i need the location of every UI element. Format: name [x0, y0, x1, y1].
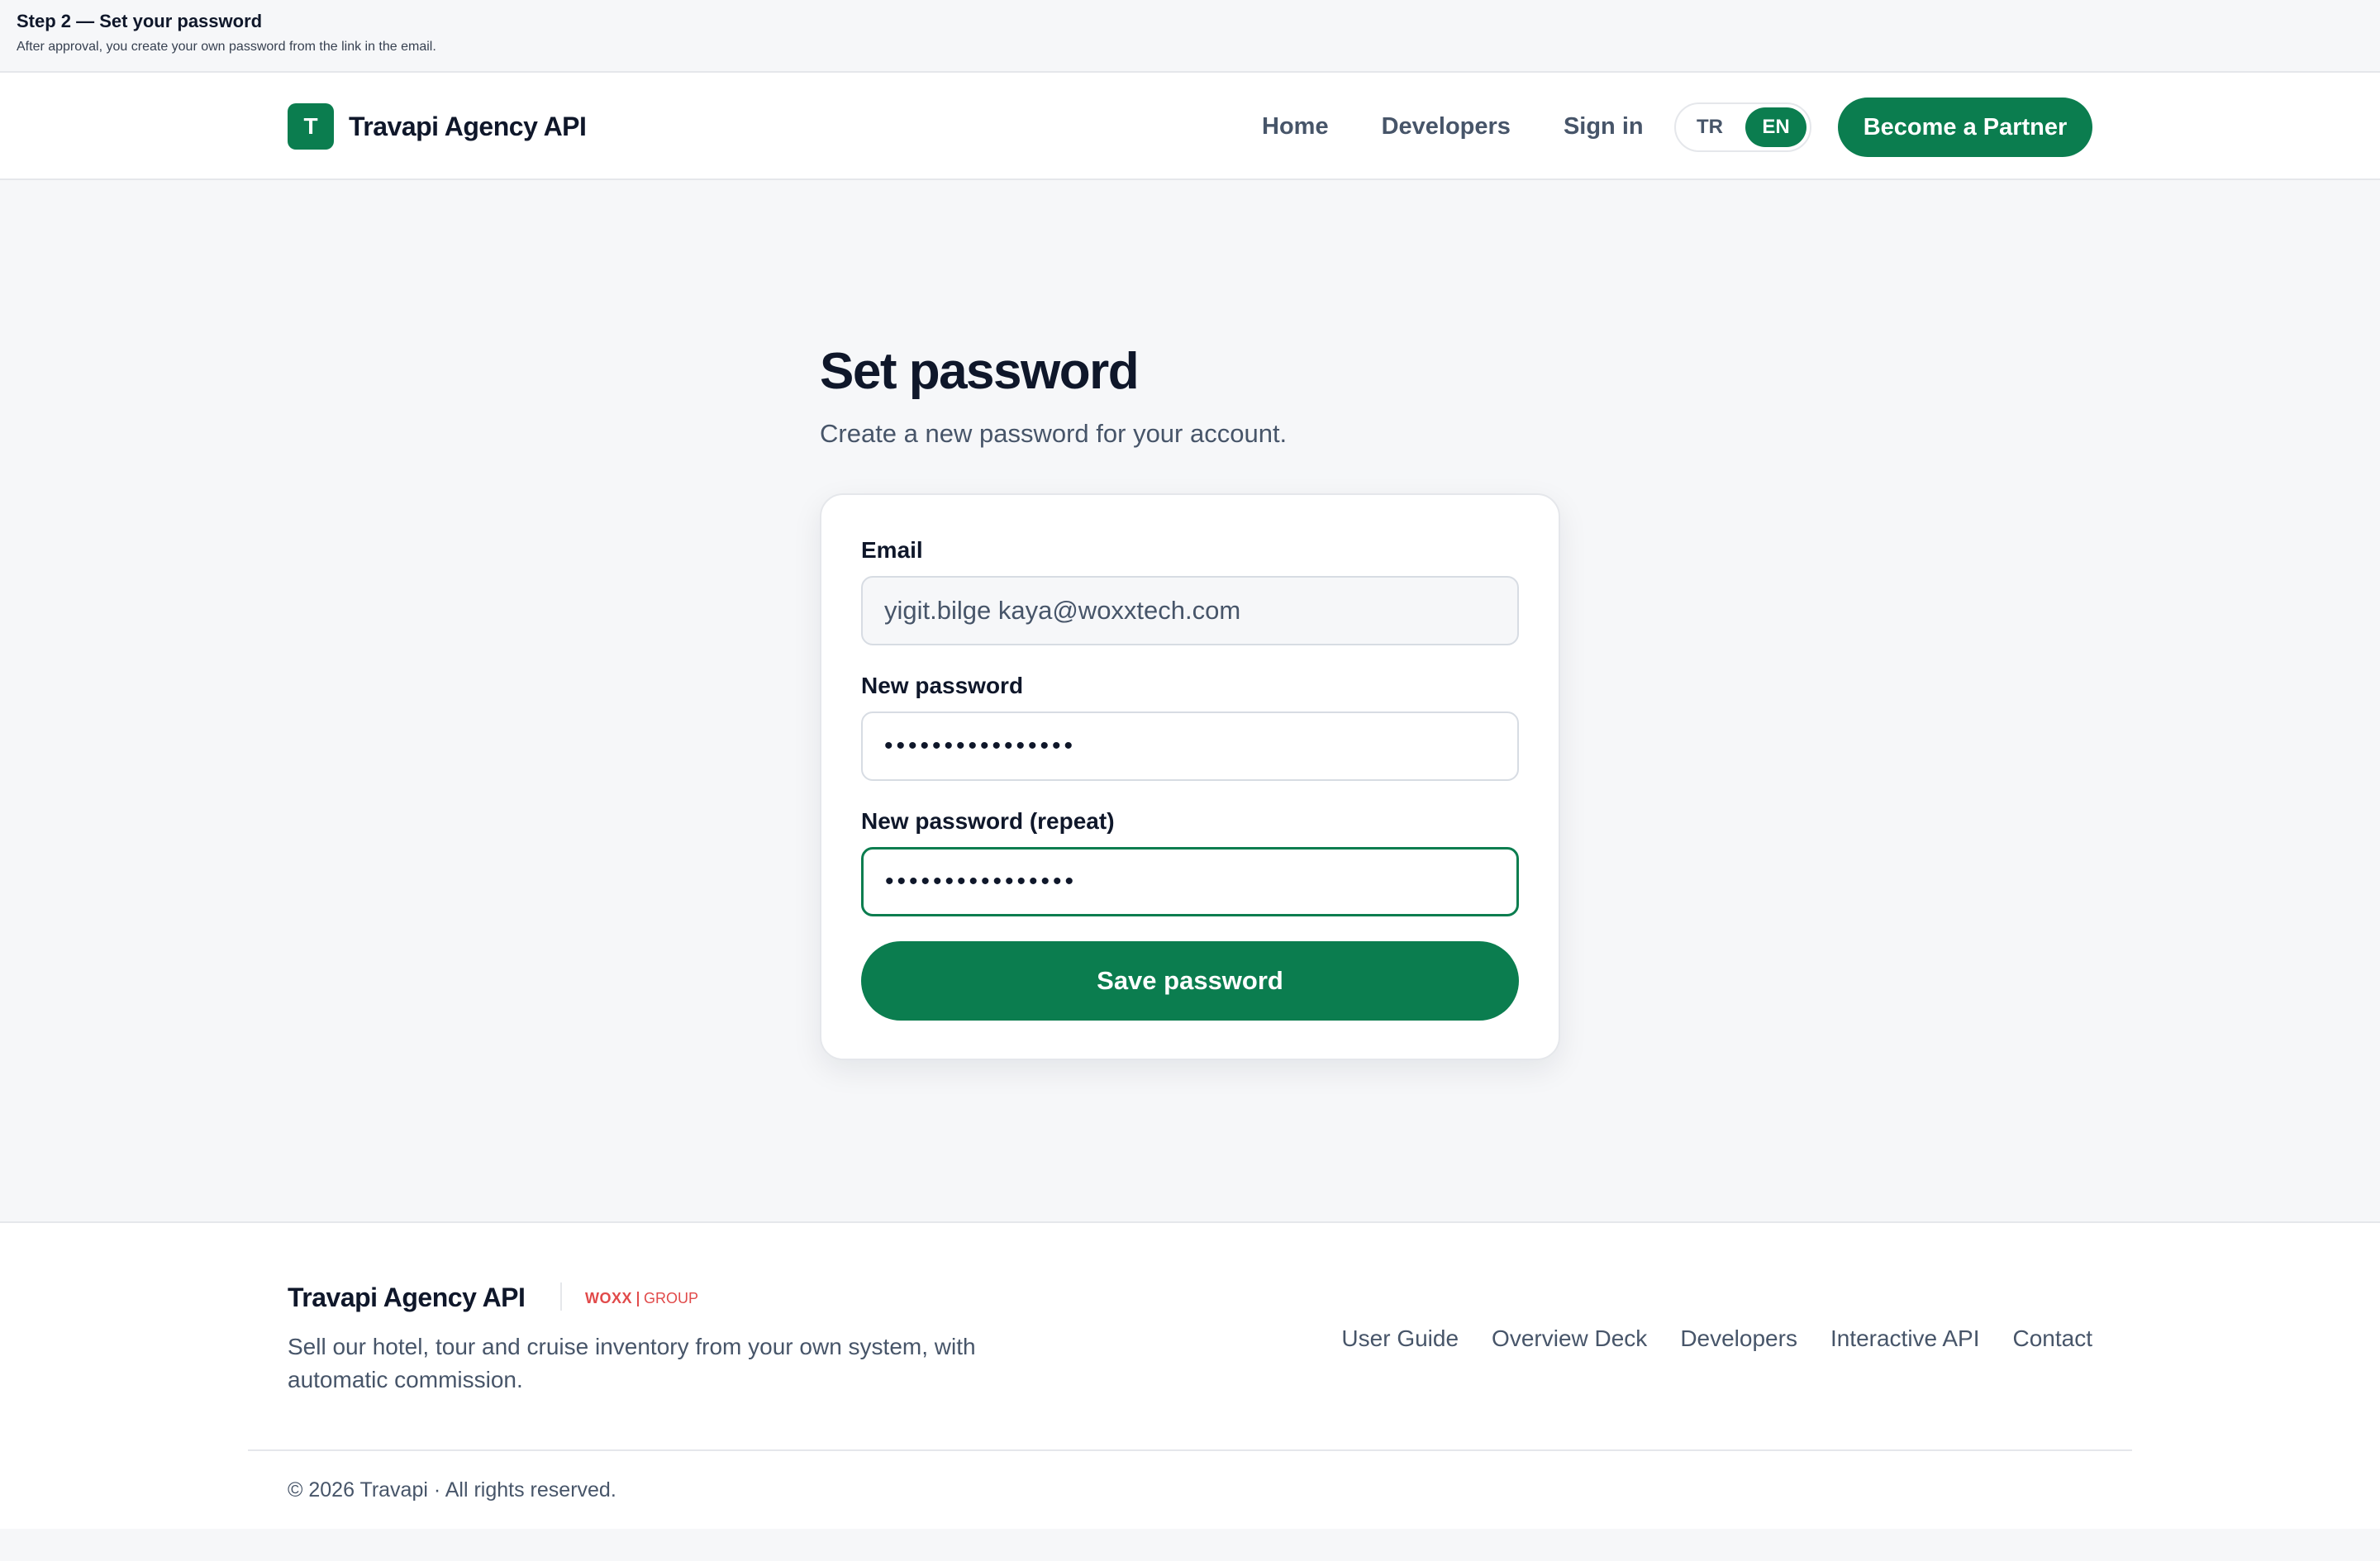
top-navbar: T Travapi Agency API Home Developers Sig…: [0, 73, 2380, 180]
page-title: Set password: [820, 343, 1140, 400]
language-toggle: TR EN: [1674, 102, 1811, 152]
footer-description: Sell our hotel, tour and cruise inventor…: [288, 1334, 976, 1392]
woxx-group-logo: WOXX GROUP: [585, 1289, 698, 1307]
main-nav: Home Developers Sign in: [1262, 110, 1644, 143]
repeat-password-value: ••••••••••••••••: [885, 868, 1078, 895]
nav-link-home[interactable]: Home: [1262, 110, 1329, 143]
footer-link-interactive-api[interactable]: Interactive API: [1830, 1322, 1980, 1355]
footer-brand-divider: [560, 1283, 562, 1311]
page-subtitle: Create a new password for your account.: [820, 419, 1288, 448]
woxx-logo-text: WOXX: [585, 1290, 633, 1306]
footer-divider: [248, 1449, 2132, 1451]
email-label: Email: [861, 537, 923, 563]
set-password-form: Email yigit.bilge kaya@woxxtech.com New …: [820, 493, 1560, 1060]
repeat-password-label: New password (repeat): [861, 808, 1115, 834]
group-logo-text: GROUP: [644, 1290, 699, 1306]
email-field[interactable]: yigit.bilge kaya@woxxtech.com: [861, 576, 1519, 645]
save-password-button[interactable]: Save password: [861, 941, 1519, 1021]
new-password-field[interactable]: ••••••••••••••••: [861, 711, 1519, 781]
footer-link-developers[interactable]: Developers: [1680, 1322, 1797, 1355]
lang-option-tr[interactable]: TR: [1679, 107, 1740, 147]
nav-link-sign-in[interactable]: Sign in: [1564, 110, 1644, 143]
brand-home-link[interactable]: T Travapi Agency API: [288, 103, 587, 150]
new-password-value: ••••••••••••••••: [884, 732, 1077, 759]
footer-nav: User Guide Overview Deck Developers Inte…: [1308, 1322, 2092, 1355]
site-footer: Travapi Agency API WOXX GROUP Sell our ho…: [0, 1221, 2380, 1529]
footer-brand: Travapi Agency API: [288, 1283, 526, 1312]
footer-link-overview-deck[interactable]: Overview Deck: [1492, 1322, 1647, 1355]
footer-link-contact[interactable]: Contact: [2013, 1322, 2093, 1355]
footer-link-user-guide[interactable]: User Guide: [1341, 1322, 1459, 1355]
become-partner-button[interactable]: Become a Partner: [1838, 98, 2092, 157]
email-value: yigit.bilge kaya@woxxtech.com: [884, 596, 1241, 625]
copyright-text: © 2026 Travapi · All rights reserved.: [288, 1478, 616, 1502]
brand-name: Travapi Agency API: [349, 111, 587, 141]
step-title: Step 2 — Set your password: [17, 11, 263, 31]
nav-link-developers[interactable]: Developers: [1382, 110, 1511, 143]
repeat-password-field[interactable]: ••••••••••••••••: [861, 847, 1519, 916]
step-subtitle: After approval, you create your own pass…: [17, 40, 436, 54]
step-banner: Step 2 — Set your password After approva…: [0, 0, 2380, 73]
brand-logo-icon: T: [288, 103, 334, 150]
lang-option-en[interactable]: EN: [1745, 107, 1806, 147]
new-password-label: New password: [861, 673, 1024, 698]
